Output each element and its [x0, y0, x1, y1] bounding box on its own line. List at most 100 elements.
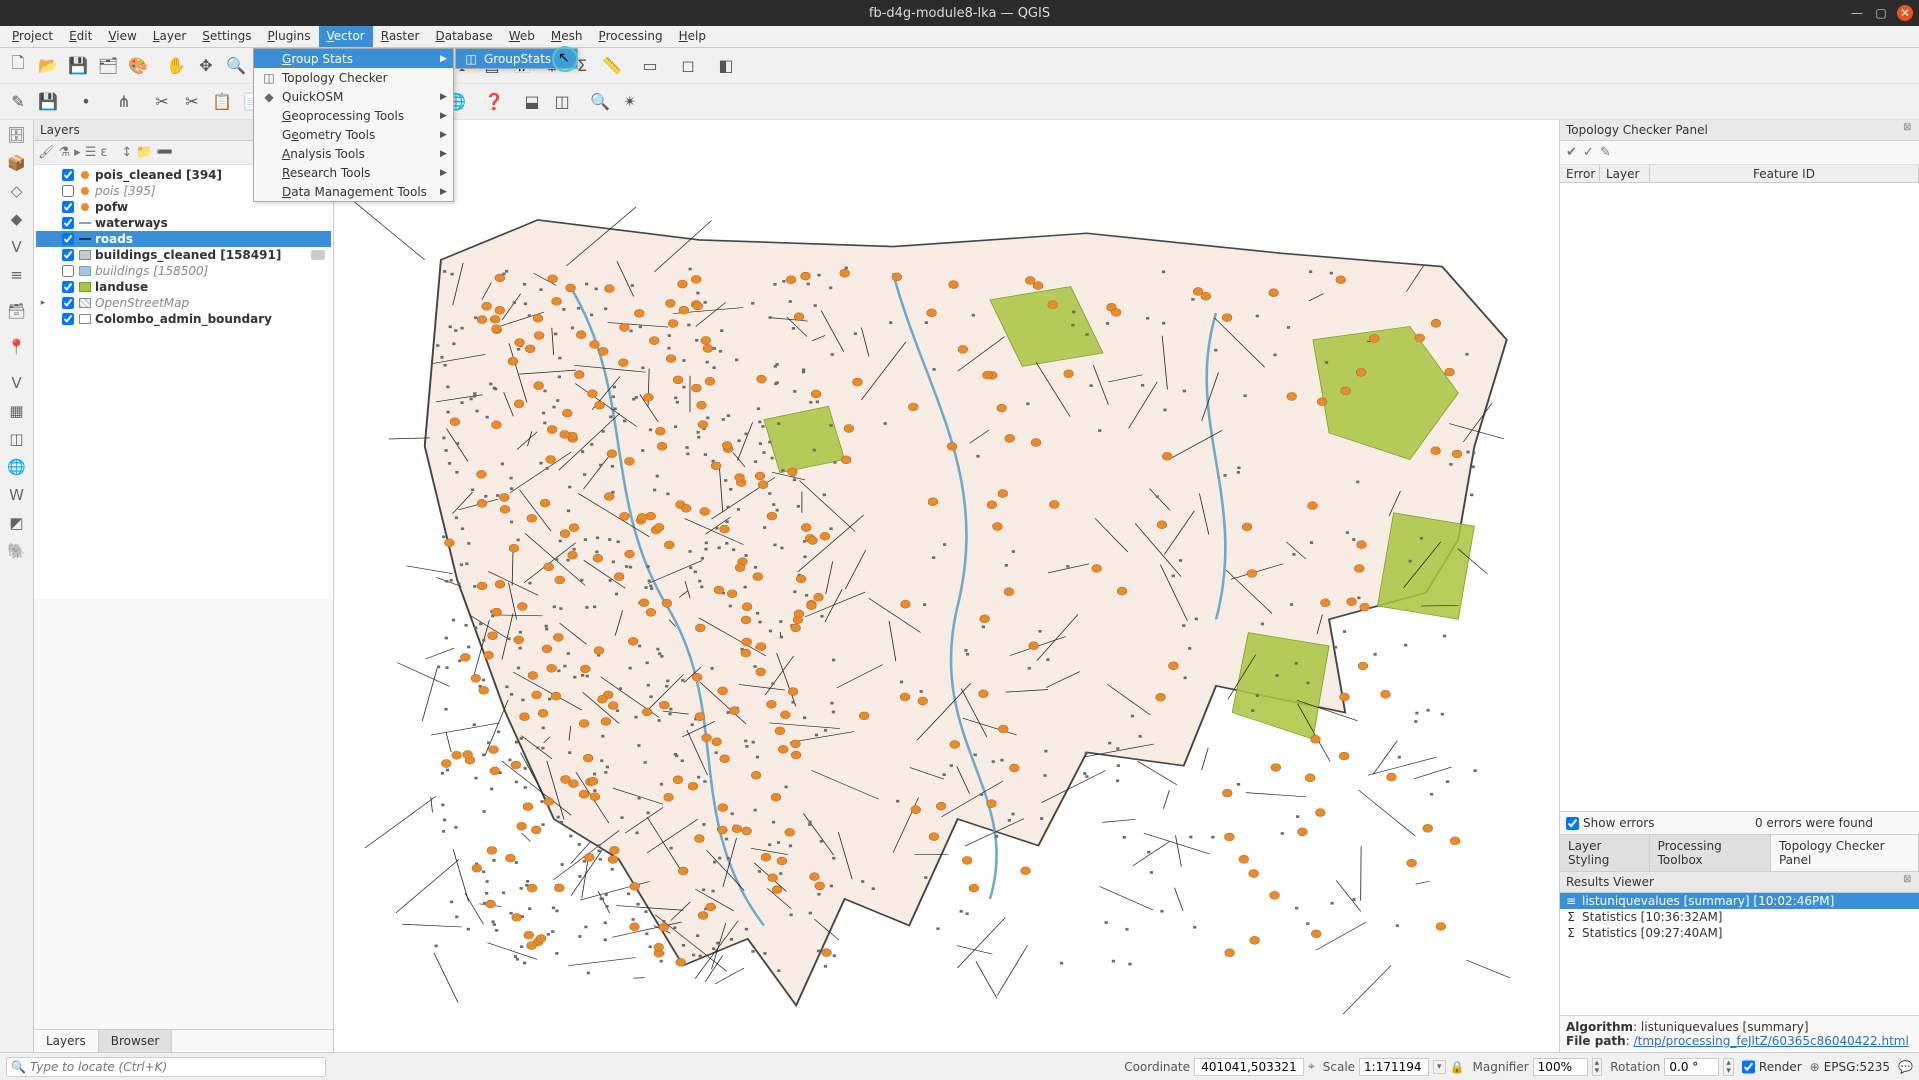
layer-visibility-checkbox[interactable]	[62, 265, 74, 277]
layer-toolbar-legend-filter-icon[interactable]: ☰	[85, 145, 97, 160]
result-item[interactable]: ΣStatistics [10:36:32AM]	[1560, 909, 1919, 925]
tab-processing-toolbox[interactable]: Processing Toolbox	[1650, 835, 1771, 871]
menu-database[interactable]: Database	[427, 26, 500, 47]
add-feature-button[interactable]: •	[72, 88, 100, 116]
layer-toolbar-expand-icon[interactable]: ▸	[74, 145, 81, 160]
add-wfs-button[interactable]: W	[4, 482, 30, 508]
measure-button[interactable]: 📏	[598, 52, 626, 80]
table-header-feature-id[interactable]: Feature ID	[1650, 165, 1919, 183]
table-header-error[interactable]: Error	[1560, 165, 1600, 183]
new-virtual-button[interactable]: V	[4, 234, 30, 260]
layer-roads[interactable]: roads	[36, 231, 331, 247]
plugin-tool-button[interactable]: ◧	[712, 52, 740, 80]
menu-item-topology-checker[interactable]: ◫Topology Checker	[254, 68, 453, 87]
layer-visibility-checkbox[interactable]	[62, 281, 74, 293]
magnifier-input[interactable]	[1533, 1058, 1588, 1076]
menu-web[interactable]: Web	[501, 26, 543, 47]
georef-button[interactable]: ⬓	[518, 88, 546, 116]
result-item[interactable]: ≡listuniquevalues [summary] [10:02:46PM]	[1560, 893, 1919, 909]
layer-visibility-checkbox[interactable]	[62, 249, 74, 261]
layers-tab-browser[interactable]: Browser	[99, 1030, 173, 1052]
layer-toolbar-filter-icon[interactable]: ⚗	[59, 145, 71, 160]
panel-close-icon[interactable]: ⊠	[1903, 874, 1915, 886]
layer-visibility-checkbox[interactable]	[62, 297, 74, 309]
tab-topology-checker-panel[interactable]: Topology Checker Panel	[1771, 835, 1919, 871]
save-project-button[interactable]: 💾	[64, 52, 92, 80]
menu-item-quickosm[interactable]: ◆QuickOSM▶	[254, 87, 453, 106]
layer-toolbar-add-group-icon[interactable]: 📁	[136, 145, 152, 160]
result-item[interactable]: ΣStatistics [09:27:40AM]	[1560, 925, 1919, 941]
results-list[interactable]: ≡listuniquevalues [summary] [10:02:46PM]…	[1560, 893, 1919, 1015]
add-raster-button[interactable]: ▦	[4, 398, 30, 424]
locator-input[interactable]	[30, 1060, 321, 1074]
copy-button[interactable]: 📋	[208, 88, 236, 116]
select-features-button[interactable]: ▭	[636, 52, 664, 80]
filepath-link[interactable]: /tmp/processing_feJltZ/60365c86040422.ht…	[1634, 1034, 1909, 1048]
add-vector-button[interactable]: V	[4, 370, 30, 396]
cut-button[interactable]: ✂	[178, 88, 206, 116]
map-canvas[interactable]	[334, 120, 1559, 1052]
toggle-extents-icon[interactable]: ⌖	[1308, 1059, 1315, 1074]
pan-button[interactable]: ✋	[162, 52, 190, 80]
layer-toolbar-expression-icon[interactable]: ε	[100, 145, 107, 160]
tab-layer-styling[interactable]: Layer Styling	[1560, 835, 1650, 871]
new-geopackage-button[interactable]: 📦	[4, 150, 30, 176]
minimize-icon[interactable]: —	[1849, 5, 1865, 21]
menu-item-geometry-tools[interactable]: Geometry Tools▶	[254, 125, 453, 144]
menu-settings[interactable]: Settings	[194, 26, 259, 47]
menu-processing[interactable]: Processing	[591, 26, 671, 47]
add-postgis-button[interactable]: 🐘	[4, 538, 30, 564]
layer-visibility-checkbox[interactable]	[62, 185, 74, 197]
menu-project[interactable]: Project	[4, 26, 61, 47]
rotation-spinner-icon[interactable]: ▴▾	[1723, 1058, 1734, 1076]
menu-plugins[interactable]: Plugins	[260, 26, 319, 47]
menu-item-geoprocessing-tools[interactable]: Geoprocessing Tools▶	[254, 106, 453, 125]
layer-buildings_cleaned[interactable]: buildings_cleaned [158491]	[36, 247, 331, 263]
layer-buildings[interactable]: buildings [158500]	[36, 263, 331, 279]
messages-icon[interactable]: 💬	[1898, 1060, 1913, 1074]
menu-item-research-tools[interactable]: Research Tools▶	[254, 163, 453, 182]
menu-layer[interactable]: Layer	[145, 26, 194, 47]
layer-landuse[interactable]: landuse	[36, 279, 331, 295]
new-shapefile-button[interactable]: ◇	[4, 178, 30, 204]
scale-input[interactable]	[1359, 1058, 1429, 1076]
menu-vector[interactable]: Vector	[319, 26, 373, 47]
table-header-layer[interactable]: Layer	[1600, 165, 1650, 183]
topology-button[interactable]: ◫	[548, 88, 576, 116]
layer-toolbar-style-icon[interactable]: 🖌	[38, 145, 55, 160]
scale-dropdown-icon[interactable]: ▾	[1433, 1060, 1446, 1074]
help-button[interactable]: ❓	[480, 88, 508, 116]
coordinate-input[interactable]	[1194, 1058, 1304, 1076]
layers-tab-layers[interactable]: Layers	[34, 1030, 99, 1052]
add-mesh-button[interactable]: ◫	[4, 426, 30, 452]
layer-colombo_admin_boundary[interactable]: Colombo_admin_boundary	[36, 311, 331, 327]
layer-visibility-checkbox[interactable]	[62, 233, 74, 245]
menu-item-data-management-tools[interactable]: Data Management Tools▶	[254, 182, 453, 201]
crs-text[interactable]: EPSG:5235	[1824, 1060, 1890, 1074]
layer-visibility-checkbox[interactable]	[62, 169, 74, 181]
layer-toolbar-remove-icon[interactable]: ➖	[156, 145, 172, 160]
add-wms-button[interactable]: 🌐	[4, 454, 30, 480]
menu-item-analysis-tools[interactable]: Analysis Tools▶	[254, 144, 453, 163]
layer-visibility-checkbox[interactable]	[62, 217, 74, 229]
menu-mesh[interactable]: Mesh	[543, 26, 591, 47]
crs-icon[interactable]: ⊕	[1810, 1060, 1820, 1074]
add-xyz-button[interactable]: ◩	[4, 510, 30, 536]
render-checkbox[interactable]	[1742, 1058, 1755, 1076]
maximize-icon[interactable]: ▢	[1873, 5, 1889, 21]
db-manager-button[interactable]: 🗃	[4, 298, 30, 324]
lock-scale-icon[interactable]: 🔒	[1450, 1060, 1465, 1074]
locator[interactable]: 🔍	[6, 1057, 326, 1077]
configure-icon[interactable]: ✎	[1600, 145, 1611, 160]
layer-tree[interactable]: pois_cleaned [394]pois [395]pofwwaterway…	[34, 165, 333, 599]
spatial-button[interactable]: ✴	[616, 88, 644, 116]
new-memory-button[interactable]: ≡	[4, 262, 30, 288]
gps-button[interactable]: 📍	[4, 334, 30, 360]
new-spatialite-button[interactable]: ◆	[4, 206, 30, 232]
menu-help[interactable]: Help	[671, 26, 714, 47]
rotation-input[interactable]	[1664, 1058, 1719, 1076]
layer-visibility-checkbox[interactable]	[62, 313, 74, 325]
panel-close-icon[interactable]: ⊠	[1903, 122, 1915, 134]
vertex-button[interactable]: ⋔	[110, 88, 138, 116]
save-edits-button[interactable]: 💾	[34, 88, 62, 116]
